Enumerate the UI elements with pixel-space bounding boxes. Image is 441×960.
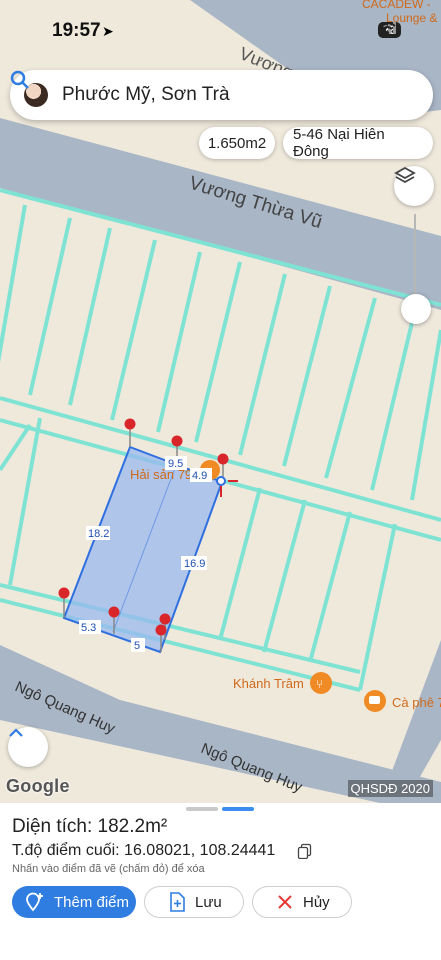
cancel-button[interactable]: Hủy: [252, 886, 352, 918]
locate-button[interactable]: [8, 727, 48, 767]
map-view[interactable]: Vương Vương Thừa Vũ Ngô Quang Huy Ngô Qu…: [0, 0, 441, 803]
measure-label: 9.5: [168, 458, 183, 470]
location-arrow-icon: ➤: [102, 23, 114, 39]
hint-text: Nhấn vào điểm đã vẽ (chấm đỏ) để xóa: [12, 863, 205, 875]
map-credit: QHSDĐ 2020: [347, 780, 433, 797]
measure-label: 5.3: [81, 622, 96, 634]
search-input[interactable]: Phước Mỹ, Sơn Trà: [62, 84, 419, 106]
poi-label-cafe: Cà phê 7: [392, 695, 441, 710]
status-icons: 28: [377, 22, 401, 38]
add-point-label: Thêm điểm: [54, 893, 130, 911]
pager-dot-active[interactable]: [222, 807, 254, 811]
add-location-icon: [24, 892, 44, 912]
save-button[interactable]: Lưu: [144, 886, 244, 918]
measure-panel: Diện tích: 182.2m² T.độ điểm cuối: 16.08…: [0, 803, 441, 960]
pager-dot[interactable]: [186, 807, 218, 811]
measure-label: 4.9: [192, 470, 207, 482]
cancel-label: Hủy: [303, 893, 330, 911]
layers-icon: [394, 166, 416, 184]
map-canvas[interactable]: Vương Vương Thừa Vũ Ngô Quang Huy Ngô Qu…: [0, 0, 441, 803]
svg-text:⑂: ⑂: [316, 677, 323, 691]
coordinates-value: T.độ điểm cuối: 16.08021, 108.24441: [12, 842, 276, 859]
zoom-slider-thumb[interactable]: [401, 294, 431, 324]
copy-icon[interactable]: [297, 843, 313, 864]
search-bar[interactable]: Phước Mỹ, Sơn Trà: [10, 70, 433, 120]
wifi-icon: [378, 22, 396, 35]
save-file-icon: [169, 892, 185, 912]
address-chip[interactable]: 5-46 Nại Hiên Đông: [283, 126, 433, 160]
close-icon: [277, 894, 293, 910]
layers-button[interactable]: [394, 166, 434, 206]
save-label: Lưu: [195, 893, 222, 911]
poi-label-khanh-tram: Khánh Trâm: [233, 676, 304, 691]
current-point-marker: [216, 476, 226, 486]
measure-label: 18.2: [88, 528, 109, 540]
measure-label: 16.9: [184, 558, 205, 570]
measure-label: 5: [134, 640, 140, 652]
area-chip[interactable]: 1.650m2: [199, 127, 275, 159]
area-value: Diện tích: 182.2m²: [12, 816, 168, 837]
chevron-up-icon: [9, 728, 23, 737]
add-point-button[interactable]: Thêm điểm: [12, 886, 136, 918]
status-bar: 19:57 ➤ 28: [0, 0, 441, 60]
google-logo: Google: [6, 776, 70, 796]
status-time: 19:57: [52, 20, 101, 41]
panel-pager[interactable]: [186, 807, 254, 811]
